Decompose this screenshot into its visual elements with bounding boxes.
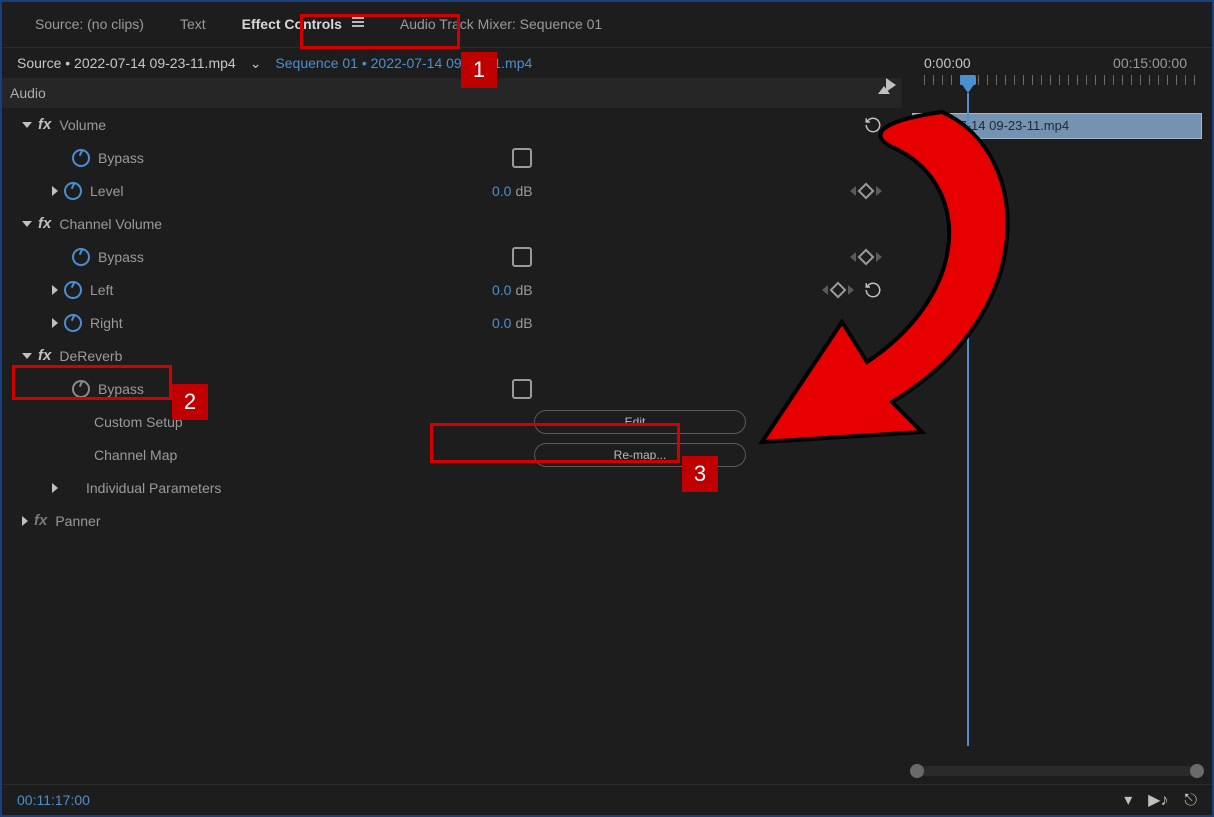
scroll-thumb-left[interactable] <box>910 764 924 778</box>
tab-effect-controls[interactable]: Effect Controls <box>224 2 382 47</box>
panel-menu-icon[interactable] <box>352 15 364 29</box>
play-audio-icon[interactable]: ▶♪ <box>1148 792 1168 809</box>
scroll-thumb-right[interactable] <box>1190 764 1204 778</box>
bullet: • <box>362 48 367 78</box>
stopwatch-icon[interactable] <box>72 380 90 398</box>
bypass-checkbox[interactable] <box>512 148 532 168</box>
bottom-bar: 00:11:17:00 ▾ ▶♪ ⎋ <box>2 784 1212 815</box>
annotation-number-2: 2 <box>172 384 208 420</box>
play-icon[interactable] <box>886 78 896 92</box>
chevron-down-icon[interactable] <box>22 122 32 128</box>
audio-header-label: Audio <box>10 85 46 101</box>
right-value[interactable]: 0.0 <box>492 315 511 331</box>
timecode-end: 00:15:00:00 <box>1113 55 1187 71</box>
timecode-start: 0:00:00 <box>924 55 971 71</box>
bypass-checkbox[interactable] <box>512 247 532 267</box>
stopwatch-icon[interactable] <box>64 281 82 299</box>
param-custom-setup[interactable]: Custom Setup <box>94 414 183 430</box>
unit-label: dB <box>515 183 532 199</box>
fx-toggle-icon[interactable]: fx <box>38 347 51 364</box>
chevron-right-icon[interactable] <box>52 285 58 295</box>
panel-tab-bar: Source: (no clips) Text Effect Controls … <box>2 2 1212 48</box>
source-prefix: Source <box>17 48 61 78</box>
tab-label: Effect Controls <box>242 16 342 32</box>
param-channel-map[interactable]: Channel Map <box>94 447 177 463</box>
sequence-clip-name[interactable]: 2022-07-14 09-23-11.mp4 <box>371 48 533 78</box>
effect-volume[interactable]: Volume <box>59 117 106 133</box>
bypass-checkbox[interactable] <box>512 379 532 399</box>
annotation-arrow-icon <box>692 92 1032 472</box>
bullet: • <box>65 48 70 78</box>
param-individual-parameters[interactable]: Individual Parameters <box>86 480 221 496</box>
effect-panner[interactable]: Panner <box>55 513 100 529</box>
fx-toggle-icon[interactable]: fx <box>38 215 51 232</box>
param-left[interactable]: Left <box>90 282 113 298</box>
effect-dereverb[interactable]: DeReverb <box>59 348 122 364</box>
fx-toggle-icon[interactable]: fx <box>38 116 51 133</box>
tab-audio-mixer[interactable]: Audio Track Mixer: Sequence 01 <box>382 2 620 47</box>
tab-source[interactable]: Source: (no clips) <box>17 2 162 47</box>
chevron-right-icon[interactable] <box>52 186 58 196</box>
effect-channel-volume[interactable]: Channel Volume <box>59 216 162 232</box>
chevron-right-icon[interactable] <box>22 516 28 526</box>
chevron-down-icon[interactable] <box>22 221 32 227</box>
stopwatch-icon[interactable] <box>72 248 90 266</box>
current-timecode[interactable]: 00:11:17:00 <box>17 785 90 815</box>
param-level[interactable]: Level <box>90 183 123 199</box>
stopwatch-icon[interactable] <box>64 314 82 332</box>
filter-icon[interactable]: ▾ <box>1124 792 1132 809</box>
left-value[interactable]: 0.0 <box>492 282 511 298</box>
source-clip-name: 2022-07-14 09-23-11.mp4 <box>74 48 236 78</box>
stopwatch-icon[interactable] <box>64 182 82 200</box>
chevron-down-icon[interactable]: ⌄ <box>250 48 262 78</box>
chevron-right-icon[interactable] <box>52 318 58 328</box>
timecode-ruler[interactable]: 0:00:00 00:15:00:00 <box>902 53 1212 78</box>
annotation-number-3: 3 <box>682 456 718 492</box>
param-bypass[interactable]: Bypass <box>98 150 144 166</box>
fx-toggle-icon[interactable]: fx <box>34 512 47 529</box>
annotation-number-1: 1 <box>461 52 497 88</box>
unit-label: dB <box>515 315 532 331</box>
sequence-name[interactable]: Sequence 01 <box>275 48 358 78</box>
param-bypass[interactable]: Bypass <box>98 249 144 265</box>
stopwatch-icon[interactable] <box>72 149 90 167</box>
unit-label: dB <box>515 282 532 298</box>
tab-text[interactable]: Text <box>162 2 224 47</box>
param-right[interactable]: Right <box>90 315 123 331</box>
export-icon[interactable]: ⎋ <box>1184 792 1197 809</box>
chevron-right-icon[interactable] <box>52 483 58 493</box>
param-bypass[interactable]: Bypass <box>98 381 144 397</box>
level-value[interactable]: 0.0 <box>492 183 511 199</box>
chevron-down-icon[interactable] <box>22 353 32 359</box>
timeline-scrollbar[interactable] <box>912 766 1202 776</box>
